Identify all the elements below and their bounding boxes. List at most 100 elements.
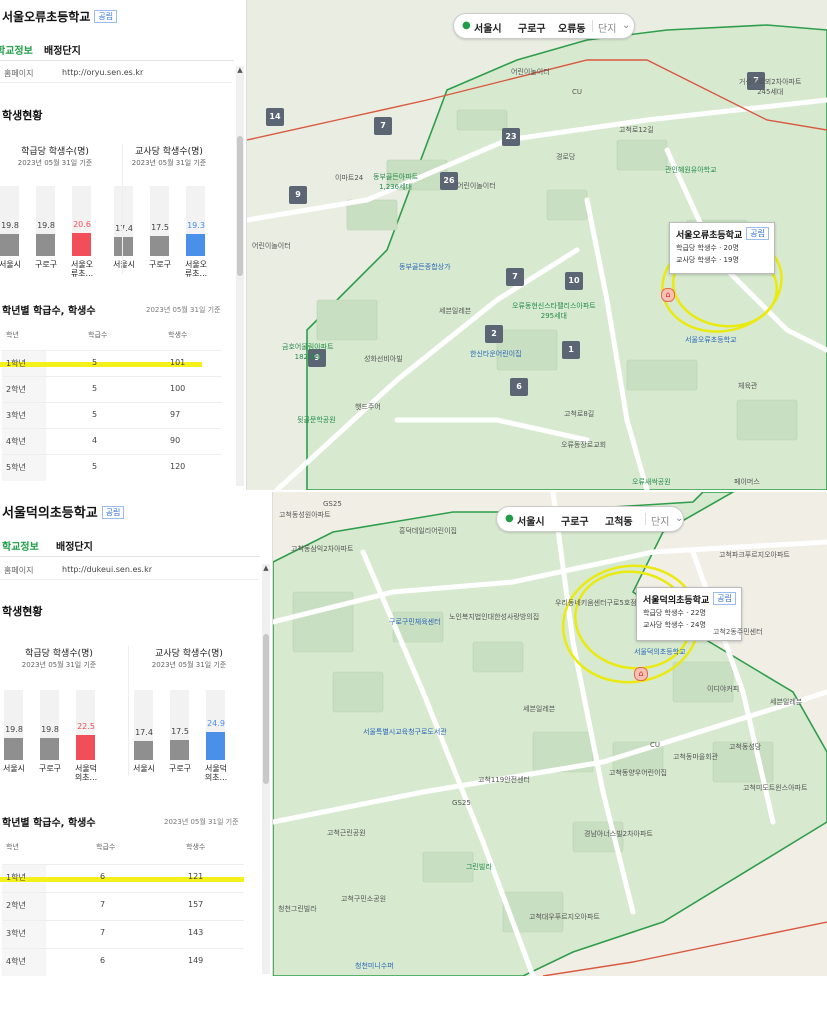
bar [134,741,153,760]
chart-date: 2023년 05월 31일 기준 [151,661,227,669]
bar [114,237,133,256]
school-pin-icon[interactable]: ⌂ [661,288,675,302]
complex-count-marker[interactable]: 2 [485,325,503,343]
popup-line1: 학급당 학생수 · 22명 [643,609,706,617]
map-label: 세븐일레븐 [523,705,556,713]
map-view[interactable]: ● 서울시 구로구 오류동 단지 ⌄ 서울오류초등학교 공립 학급당 학생수 · 20명 교사당 … [247,0,827,490]
map-label: 그린빌라 [466,863,492,871]
location-selector[interactable]: ● 서울시 구로구 고척동 단지 ⌄ [496,506,684,532]
building-block [292,591,354,653]
map-label: 체육관 [738,382,758,390]
bar-value: 20.6 [73,220,91,229]
scrollbar[interactable]: ▲ [236,66,244,486]
map-label: 세븐일레븐 [439,307,472,315]
map-view[interactable]: ● 서울시 구로구 고척동 단지 ⌄ 서울덕의초등학교 공립 학급당 학생수 · 22명 교사당 … [273,492,827,976]
tab-assigned-complexes[interactable]: 배정단지 [44,42,81,57]
map-label: 이마트24 [335,174,364,182]
bar-label: 서울시 [132,764,156,773]
bar-chart: 17.4 서울시 17.5 구로구 24.9 서울덕 의초... [130,690,250,782]
complex-count-marker[interactable]: 10 [565,272,583,290]
location-dong[interactable]: 오류동 [558,20,586,35]
cell-classes: 7 [100,900,106,909]
popup-line2: 교사당 학생수 · 24명 [643,621,706,629]
map-label: 어린이놀이터 [457,182,496,190]
cell-grade: 3학년 [6,929,26,938]
highlight-mark [0,877,244,882]
map-label: GS25 [323,500,342,508]
homepage-link[interactable]: http://oryu.sen.es.kr [62,68,143,77]
bar-value: 17.4 [135,728,153,737]
complex-count-marker[interactable]: 1 [562,341,580,359]
chevron-down-icon[interactable]: ⌄ [622,20,630,31]
cell-classes: 6 [100,956,106,965]
cell-classes: 5 [92,358,98,367]
building-block [546,189,588,221]
complex-count-marker[interactable]: 7 [506,268,524,286]
popup-name: 서울오류초등학교 공립 [676,227,769,241]
cell-classes: 7 [100,928,106,937]
map-label: 고척동삼익2차아파트 [291,545,354,553]
scroll-thumb[interactable] [263,634,269,784]
tab-school-info[interactable]: 학교정보 [0,42,33,57]
map-label: 고척구민소공원 [341,895,387,903]
complex-count-marker[interactable]: 7 [374,117,392,135]
map-label: 경로당 [556,153,576,161]
scrollbar[interactable]: ▲ [262,564,270,974]
map-label: 고척대우푸르지오아파트 [529,913,600,921]
homepage-label: 홈페이지 [4,566,34,575]
scroll-up-icon[interactable]: ▲ [236,66,244,74]
chart-divider [128,646,129,776]
cell-classes: 4 [92,436,98,445]
location-city[interactable]: 서울시 [517,513,545,528]
bar-label: 서울오 류초... [184,260,208,278]
chart-title: 학급당 학생수(명) [21,147,89,157]
homepage-row: 홈페이지 http://oryu.sen.es.kr [4,68,143,79]
chevron-down-icon[interactable]: ⌄ [675,513,683,524]
grade-table-title: 학년별 학급수, 학생수 [2,306,96,317]
bar [36,234,55,256]
complex-count-marker[interactable]: 23 [502,128,520,146]
chart-title: 학급당 학생수(명) [25,649,93,659]
public-badge: 공립 [101,506,125,519]
location-district[interactable]: 구로구 [518,20,546,35]
screenshot-oryu: 서울오류초등학교공립학교정보배정단지홈페이지http://oryu.sen.es… [0,0,827,490]
map-label: 오류동현신스타팰리스아파트 295세대 [512,302,596,320]
filter-type[interactable]: 단지 [651,513,669,528]
homepage-link[interactable]: http://dukeui.sen.es.kr [62,565,152,574]
bar [40,738,59,760]
filter-divider [592,20,593,32]
school-name-text: 서울덕의초등학교 [2,506,98,521]
location-pin-icon: ● [505,513,514,524]
map-label: 경남아너스빌2차아파트 [584,830,653,838]
grade-table-date: 2023년 05월 31일 기준 [146,306,221,314]
school-name-text: 서울오류초등학교 [2,10,91,24]
chart-date: 2023년 05월 31일 기준 [17,159,93,167]
map-label: 구로구민체육센터 [389,618,441,626]
bar-label: 구로구 [148,260,172,269]
location-district[interactable]: 구로구 [561,513,589,528]
complex-count-marker[interactable]: 9 [289,186,307,204]
bar [206,732,225,760]
complex-count-marker[interactable]: 14 [266,108,284,126]
complex-count-marker[interactable]: 6 [510,378,528,396]
location-dong[interactable]: 고척동 [605,513,633,528]
tab-assigned-complexes[interactable]: 배정단지 [56,538,93,553]
header-students: 학생수 [186,843,206,851]
filter-type[interactable]: 단지 [598,20,616,35]
table-row: 5학년 5 120 [2,454,222,481]
public-badge: 공립 [94,10,118,23]
bar-value: 17.5 [151,223,169,232]
map-label: CU [572,88,583,96]
map-label: 세븐일레븐 [770,698,803,706]
bar [0,234,19,256]
tab-school-info[interactable]: 학교정보 [2,538,39,553]
location-selector[interactable]: ● 서울시 구로구 오류동 단지 ⌄ [453,13,635,39]
location-city[interactable]: 서울시 [474,20,502,35]
school-pin-icon[interactable]: ⌂ [634,667,648,681]
school-popup[interactable]: 서울오류초등학교 공립 학급당 학생수 · 20명 교사당 학생수 · 19명 [669,222,775,274]
filter-divider [645,513,646,525]
scroll-thumb[interactable] [237,136,243,276]
complex-count-marker[interactable]: 26 [440,172,458,190]
map-label: 고척근린공원 [327,829,366,837]
scroll-up-icon[interactable]: ▲ [262,564,270,572]
